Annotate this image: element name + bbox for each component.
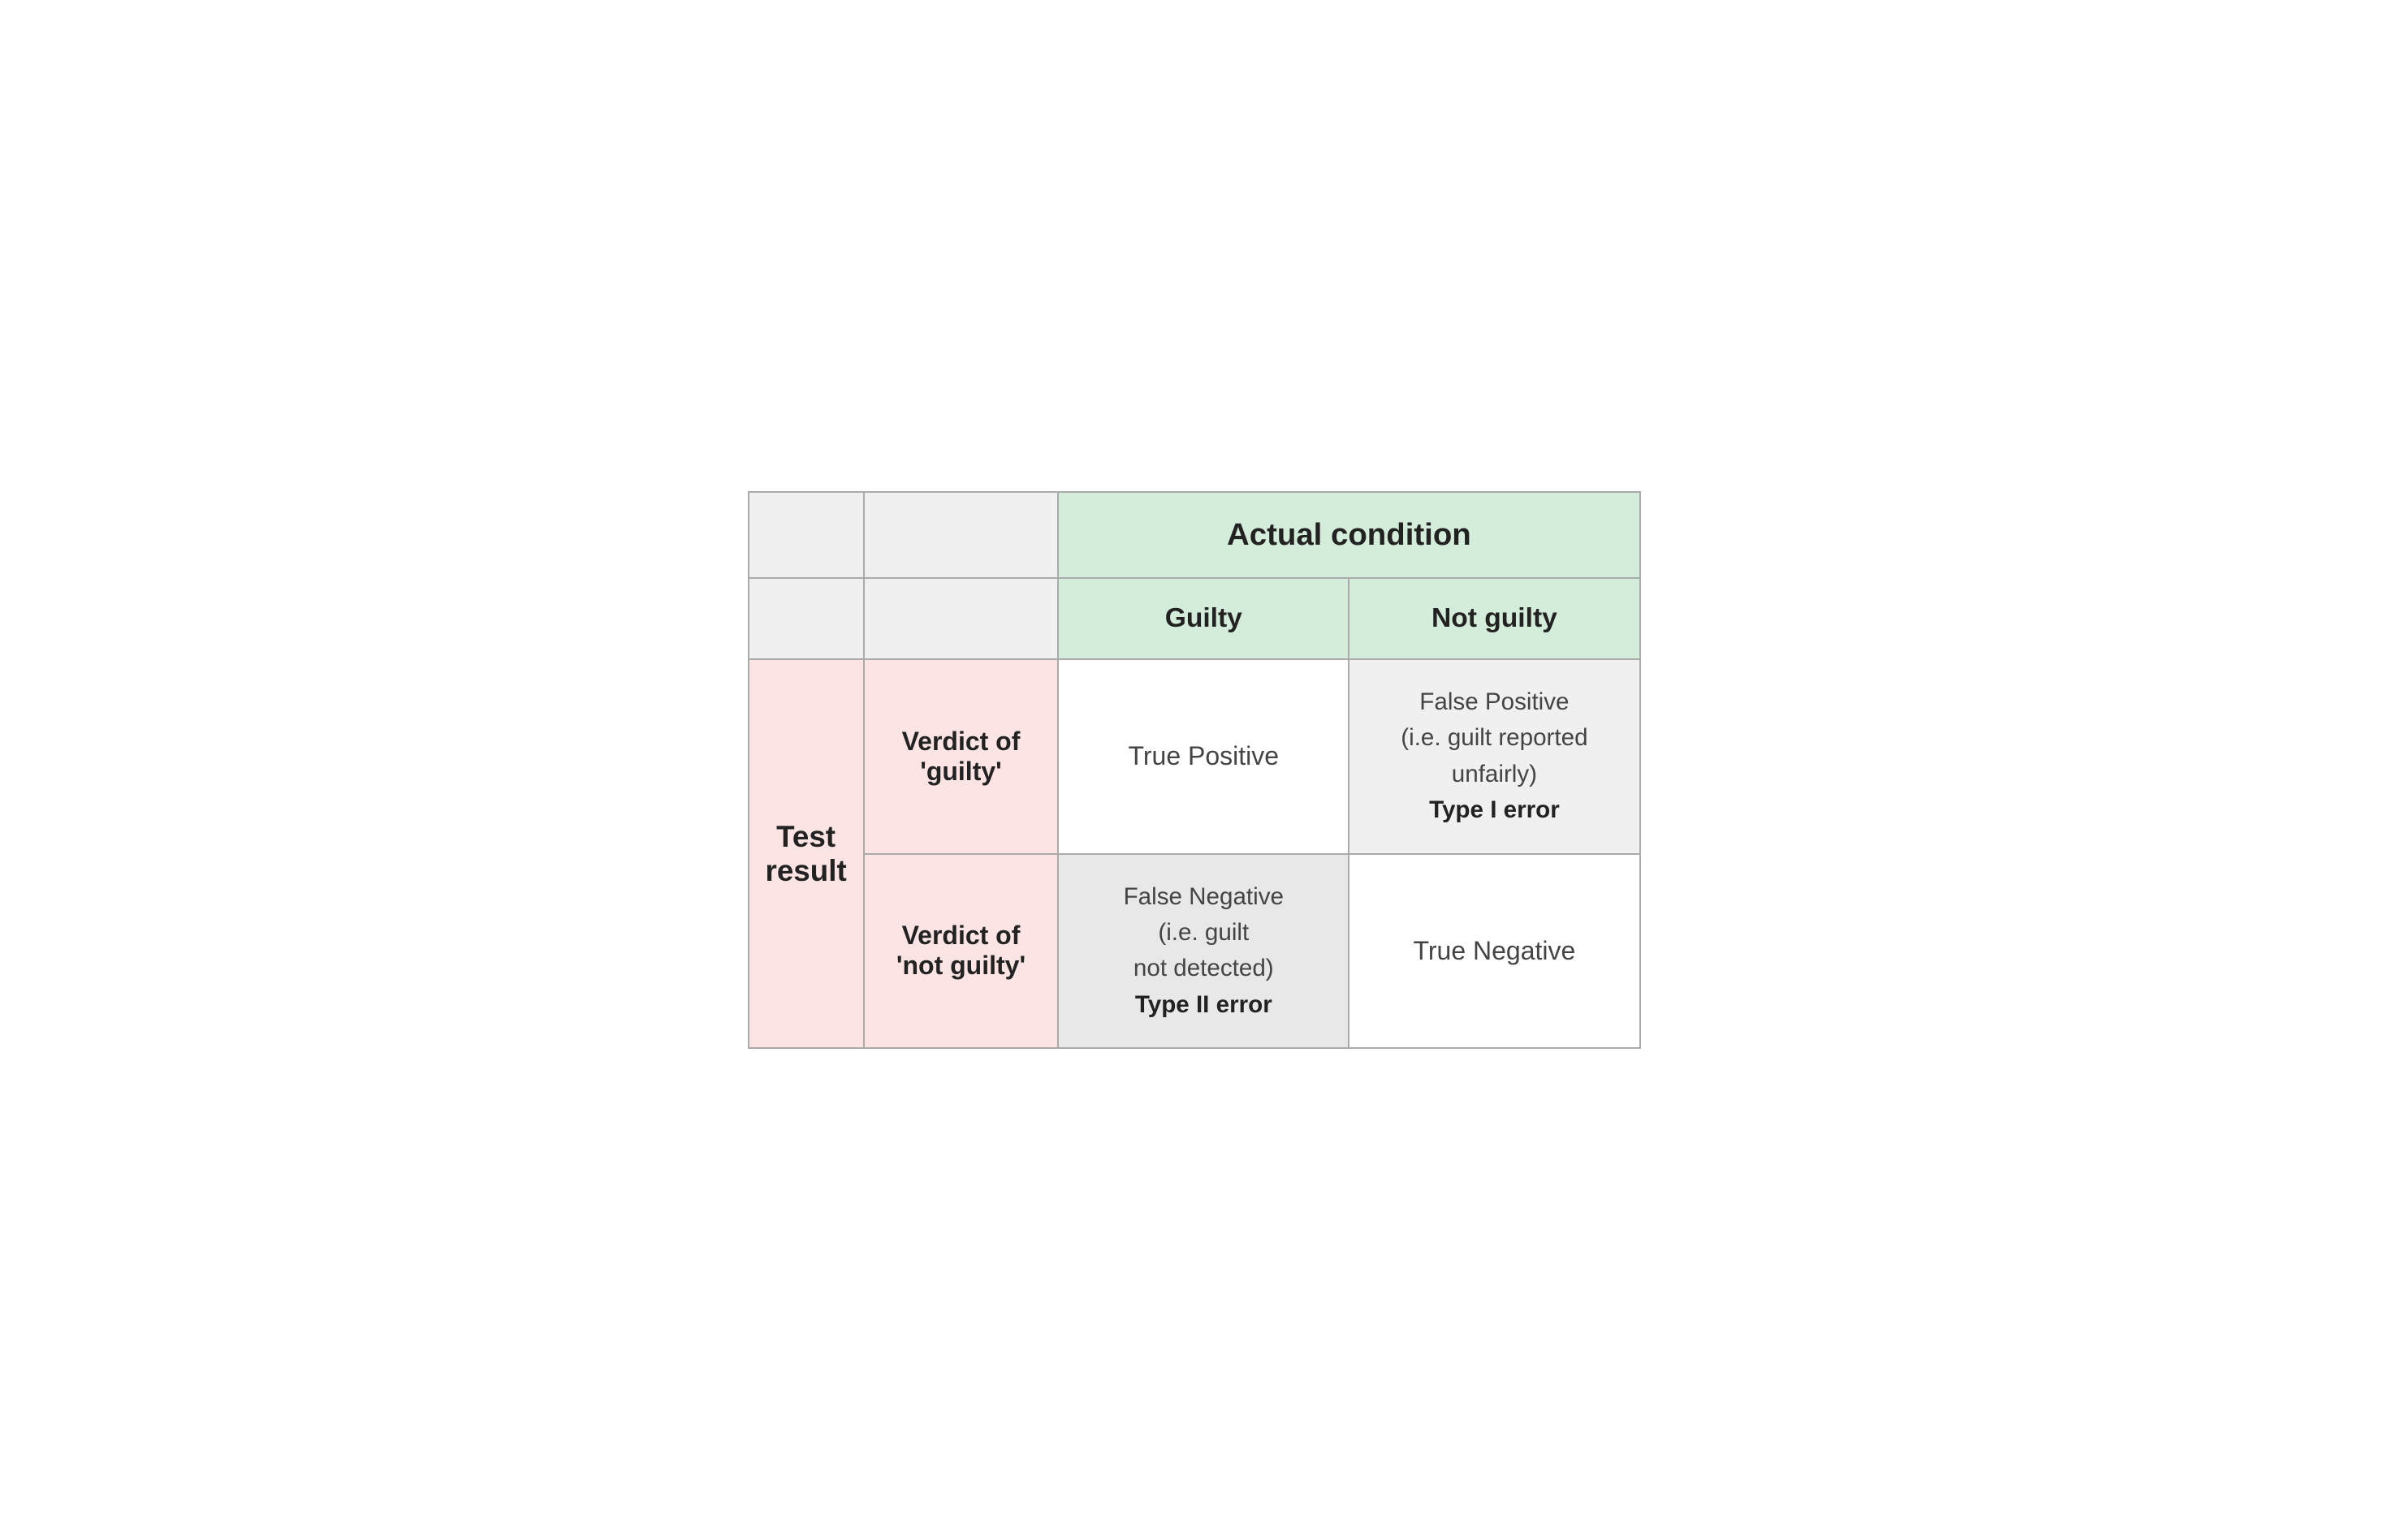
type-I-error-label: Type I error — [1429, 796, 1560, 823]
true-negative-cell: True Negative — [1349, 854, 1639, 1049]
empty-cell-top-left-2 — [864, 492, 1059, 578]
test-result-label: Test result — [749, 659, 864, 1048]
false-positive-description: False Positive(i.e. guilt reportedunfair… — [1401, 688, 1587, 787]
empty-cell-sub-left-2 — [864, 578, 1059, 659]
not-guilty-header: Not guilty — [1349, 578, 1639, 659]
empty-cell-top-left-1 — [749, 492, 864, 578]
actual-condition-header: Actual condition — [1058, 492, 1639, 578]
verdict-not-guilty-label: Verdict of 'not guilty' — [864, 854, 1059, 1049]
false-negative-cell: False Negative(i.e. guiltnot detected) T… — [1058, 854, 1349, 1049]
verdict-guilty-label: Verdict of 'guilty' — [864, 659, 1059, 854]
type-II-error-label: Type II error — [1135, 991, 1272, 1018]
guilty-header: Guilty — [1058, 578, 1349, 659]
true-positive-cell: True Positive — [1058, 659, 1349, 854]
false-negative-description: False Negative(i.e. guiltnot detected) — [1124, 883, 1284, 982]
false-positive-cell: False Positive(i.e. guilt reportedunfair… — [1349, 659, 1639, 854]
confusion-matrix-container: Actual condition Guilty Not guilty Test … — [748, 491, 1641, 1049]
empty-cell-sub-left-1 — [749, 578, 864, 659]
confusion-matrix-table: Actual condition Guilty Not guilty Test … — [748, 491, 1641, 1049]
